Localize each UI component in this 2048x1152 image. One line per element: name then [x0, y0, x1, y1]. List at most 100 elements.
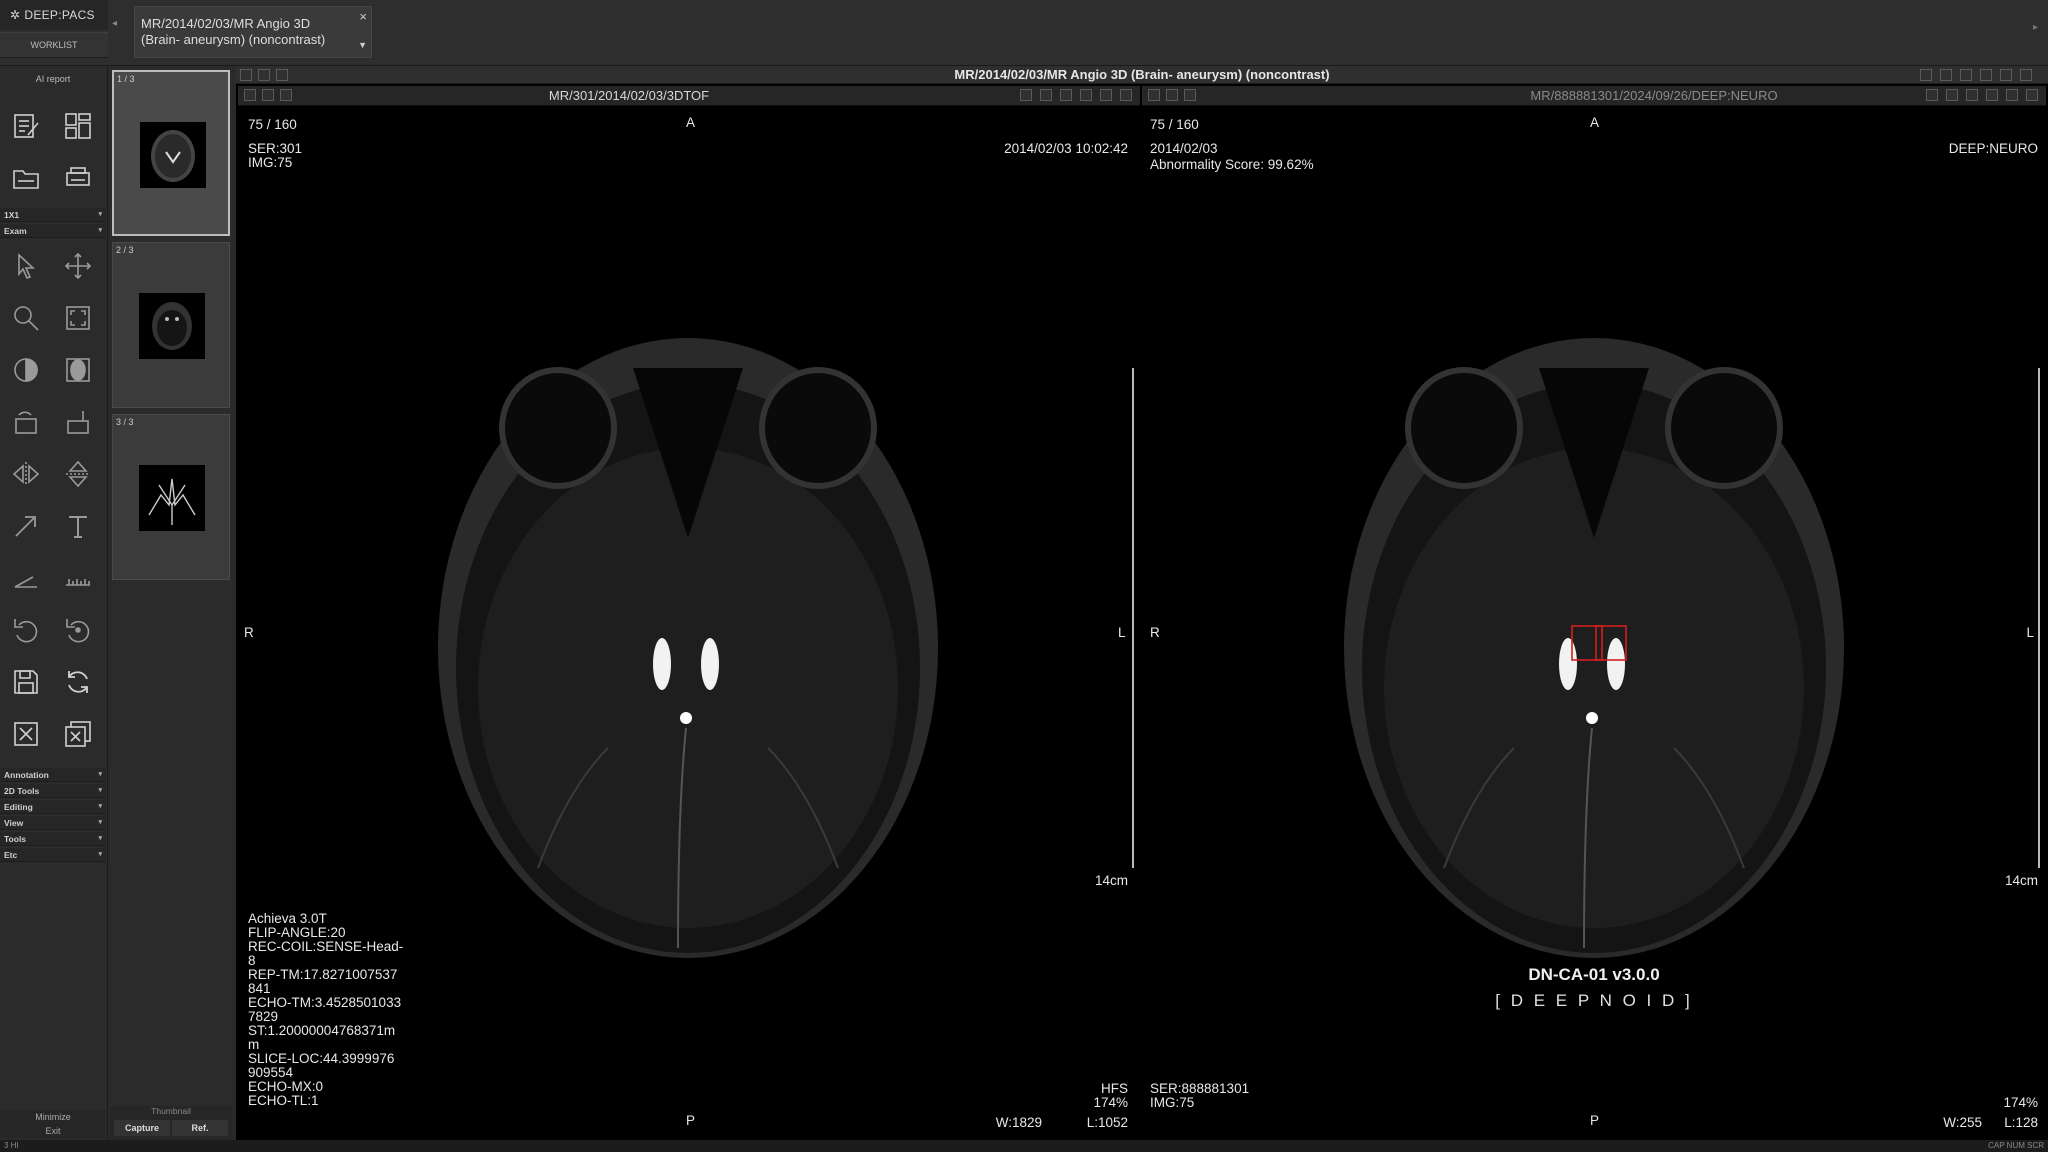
viewport-first-icon[interactable]	[1020, 89, 1032, 101]
layout-select[interactable]: 1X1 ▾	[0, 208, 106, 222]
param-line: Achieva 3.0T	[248, 911, 327, 926]
zoom-icon[interactable]	[6, 298, 46, 338]
section-2d-tools[interactable]: 2D Tools ▾	[0, 784, 106, 798]
viewport-forward-icon[interactable]	[1080, 89, 1092, 101]
arrow-annotation-icon[interactable]	[6, 506, 46, 546]
thumbnail-label: 2 / 3	[116, 245, 134, 255]
flip-vertical-icon[interactable]	[58, 454, 98, 494]
viewport-first-icon[interactable]	[1926, 89, 1938, 101]
orientation-top: A	[686, 115, 696, 130]
thumbnail-image	[139, 293, 205, 359]
close-all-icon[interactable]	[58, 714, 98, 754]
study-datetime: 2014/02/03 10:02:42	[1004, 141, 1128, 156]
window-close-icon[interactable]	[2020, 69, 2032, 81]
window-last-icon[interactable]	[2000, 69, 2012, 81]
section-2d-tools-label: 2D Tools	[4, 786, 40, 796]
chevron-down-icon: ▾	[98, 227, 102, 234]
viewport-contrast-icon[interactable]	[1184, 89, 1196, 101]
study-tab-title-line2: (Brain- aneurysm) (noncontrast)	[141, 32, 326, 47]
viewport-link-icon[interactable]	[262, 89, 274, 101]
section-editing[interactable]: Editing ▾	[0, 800, 106, 814]
layout-1x1-icon[interactable]	[240, 69, 252, 81]
viewport-next-icon[interactable]	[1100, 89, 1112, 101]
thumbnail-label: 3 / 3	[116, 417, 134, 427]
text-annotation-icon[interactable]	[58, 506, 98, 546]
section-exam[interactable]: Exam ▾	[0, 224, 106, 238]
window-next-icon[interactable]	[1960, 69, 1972, 81]
right-viewport[interactable]: 75 / 160 2014/02/03 Abnormality Score: 9…	[1142, 108, 2046, 1140]
section-editing-label: Editing	[4, 802, 33, 812]
thumbnail-label: 1 / 3	[117, 74, 135, 84]
ruler-icon[interactable]	[58, 558, 98, 598]
viewport-contrast-icon[interactable]	[280, 89, 292, 101]
study-tab[interactable]: MR/2014/02/03/MR Angio 3D (Brain- aneury…	[134, 6, 372, 58]
section-view-label: View	[4, 818, 24, 828]
minimize-button[interactable]: Minimize	[0, 1110, 106, 1124]
rotate-left-page-icon[interactable]	[6, 402, 46, 442]
flip-horizontal-icon[interactable]	[6, 454, 46, 494]
pan-move-icon[interactable]	[58, 246, 98, 286]
frame-counter: 75 / 160	[248, 117, 297, 132]
layout-1x2-icon[interactable]	[258, 69, 270, 81]
viewport-forward-icon[interactable]	[1986, 89, 1998, 101]
viewport-back-icon[interactable]	[1966, 89, 1978, 101]
viewport-prev-icon[interactable]	[1946, 89, 1958, 101]
angle-measure-icon[interactable]	[6, 558, 46, 598]
ai-report-button[interactable]: AI report	[0, 74, 106, 84]
reference-button[interactable]: Ref.	[172, 1120, 228, 1136]
viewport-sync-icon[interactable]	[1148, 89, 1160, 101]
invert-icon[interactable]	[58, 350, 98, 390]
viewport-back-icon[interactable]	[1060, 89, 1072, 101]
viewport-next-icon[interactable]	[2006, 89, 2018, 101]
viewer-title-controls	[240, 68, 300, 82]
print-icon[interactable]	[58, 158, 98, 198]
refresh-icon[interactable]	[58, 662, 98, 702]
orientation-right: L	[2026, 625, 2034, 640]
window-level-icon[interactable]	[6, 350, 46, 390]
layout-2x2-icon[interactable]	[276, 69, 288, 81]
thumbnail-series-3[interactable]: 3 / 3	[112, 414, 230, 580]
undo-icon[interactable]	[6, 610, 46, 650]
rotate-right-page-icon[interactable]	[58, 402, 98, 442]
window-prev-icon[interactable]	[1940, 69, 1952, 81]
tab-close-button[interactable]: ×	[359, 9, 367, 25]
exit-button[interactable]: Exit	[0, 1124, 106, 1138]
worklist-button[interactable]: WORKLIST	[0, 32, 108, 58]
tab-scroll-right-icon[interactable]: ▸	[2033, 22, 2038, 33]
window-first-icon[interactable]	[1980, 69, 1992, 81]
param-line: ECHO-TM:3.4528501033	[248, 995, 402, 1010]
thumbnail-series-1[interactable]: 1 / 3	[112, 70, 230, 236]
viewport-prev-icon[interactable]	[1040, 89, 1052, 101]
viewport-last-icon[interactable]	[1120, 89, 1132, 101]
select-pointer-icon[interactable]	[6, 246, 46, 286]
open-folder-icon[interactable]	[6, 158, 46, 198]
gear-icon: ✲	[10, 8, 21, 22]
layout-grid-icon[interactable]	[58, 106, 98, 146]
image-number: IMG:75	[248, 155, 293, 170]
param-line: 7829	[248, 1009, 279, 1024]
viewport-sync-icon[interactable]	[244, 89, 256, 101]
thumbnail-series-2[interactable]: 2 / 3	[112, 242, 230, 408]
frame-counter: 75 / 160	[1150, 117, 1199, 132]
tab-dropdown-icon[interactable]: ▼	[358, 37, 367, 53]
section-view[interactable]: View ▾	[0, 816, 106, 830]
viewport-last-icon[interactable]	[2026, 89, 2038, 101]
report-edit-icon[interactable]	[6, 106, 46, 146]
capture-button[interactable]: Capture	[114, 1120, 170, 1136]
section-annotation[interactable]: Annotation ▾	[0, 768, 106, 782]
scale-bar	[1132, 368, 1134, 868]
tab-scroll-left-icon[interactable]: ◂	[112, 18, 132, 42]
left-viewport-header-label: MR/301/2014/02/03/3DTOF	[548, 88, 710, 103]
reset-icon[interactable]	[58, 610, 98, 650]
left-viewport-header: MR/301/2014/02/03/3DTOF	[238, 86, 1140, 106]
left-viewport[interactable]: 75 / 160 SER:301 IMG:75 2014/02/03 10:02…	[238, 108, 1140, 1140]
save-icon[interactable]	[6, 662, 46, 702]
viewport-link-icon[interactable]	[1166, 89, 1178, 101]
orientation-left: R	[244, 625, 254, 640]
window-tile-icon[interactable]	[1920, 69, 1932, 81]
section-etc[interactable]: Etc ▾	[0, 848, 106, 862]
fit-screen-icon[interactable]	[58, 298, 98, 338]
section-tools[interactable]: Tools ▾	[0, 832, 106, 846]
ai-source: DEEP:NEURO	[1948, 141, 2038, 156]
close-image-icon[interactable]	[6, 714, 46, 754]
